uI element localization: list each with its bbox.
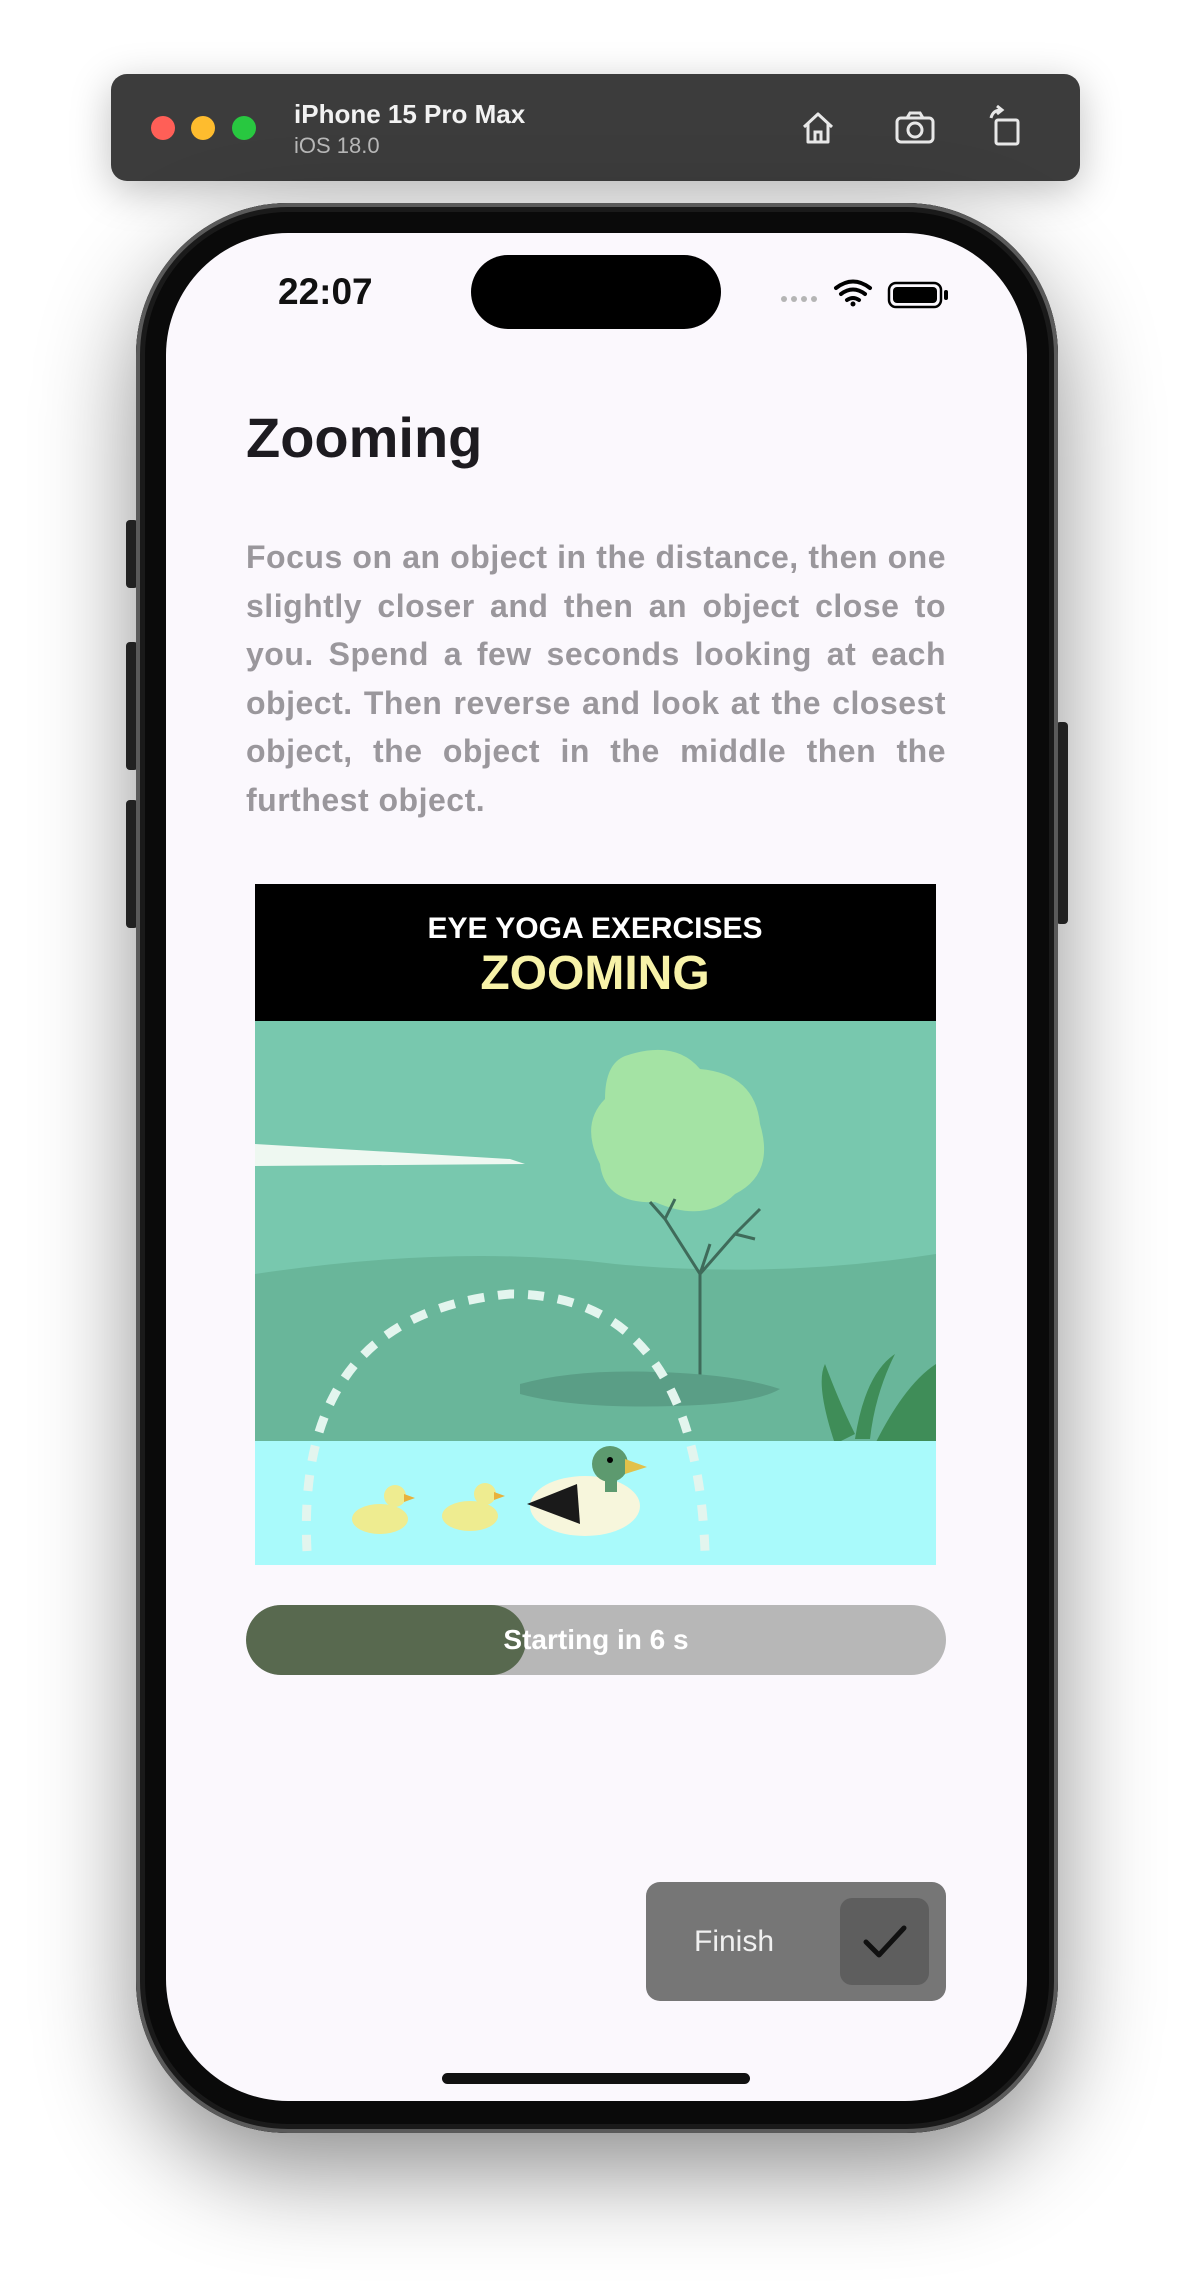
exercise-description: Focus on an object in the distance, then… bbox=[246, 539, 946, 818]
os-version: iOS 18.0 bbox=[294, 133, 380, 158]
rotate-icon[interactable] bbox=[979, 100, 1035, 156]
wifi-icon bbox=[834, 279, 872, 302]
illustration-banner-main: ZOOMING bbox=[480, 947, 709, 1000]
battery-icon bbox=[887, 281, 948, 309]
cellular-icon bbox=[781, 296, 817, 302]
home-indicator[interactable] bbox=[442, 2073, 750, 2084]
progress-label: Starting in 6 s bbox=[503, 1624, 689, 1655]
device-name: iPhone 15 Pro Max bbox=[294, 99, 526, 129]
phone-frame: 22:07 Zooming Focus on an object in the … bbox=[136, 203, 1058, 2133]
start-countdown-progress: Starting in 6 s bbox=[246, 1605, 946, 1675]
screenshot-icon[interactable] bbox=[887, 100, 943, 156]
zoom-window-button[interactable] bbox=[232, 116, 256, 140]
close-window-button[interactable] bbox=[151, 116, 175, 140]
finish-button-label: Finish bbox=[694, 1925, 775, 1958]
illustration-banner-top: EYE YOGA EXERCISES bbox=[427, 912, 762, 945]
phone-screen: 22:07 Zooming Focus on an object in the … bbox=[166, 233, 1027, 2101]
status-icons bbox=[778, 275, 978, 315]
checkmark-icon bbox=[840, 1898, 929, 1985]
finish-button[interactable]: Finish bbox=[646, 1882, 946, 2001]
exercise-title: Zooming bbox=[246, 406, 483, 469]
simulator-toolbar: iPhone 15 Pro Max iOS 18.0 bbox=[111, 74, 1080, 181]
home-icon[interactable] bbox=[790, 100, 846, 156]
dynamic-island bbox=[471, 255, 721, 329]
exercise-illustration: EYE YOGA EXERCISES ZOOMING bbox=[255, 884, 936, 1565]
minimize-window-button[interactable] bbox=[191, 116, 215, 140]
status-time: 22:07 bbox=[278, 271, 373, 312]
